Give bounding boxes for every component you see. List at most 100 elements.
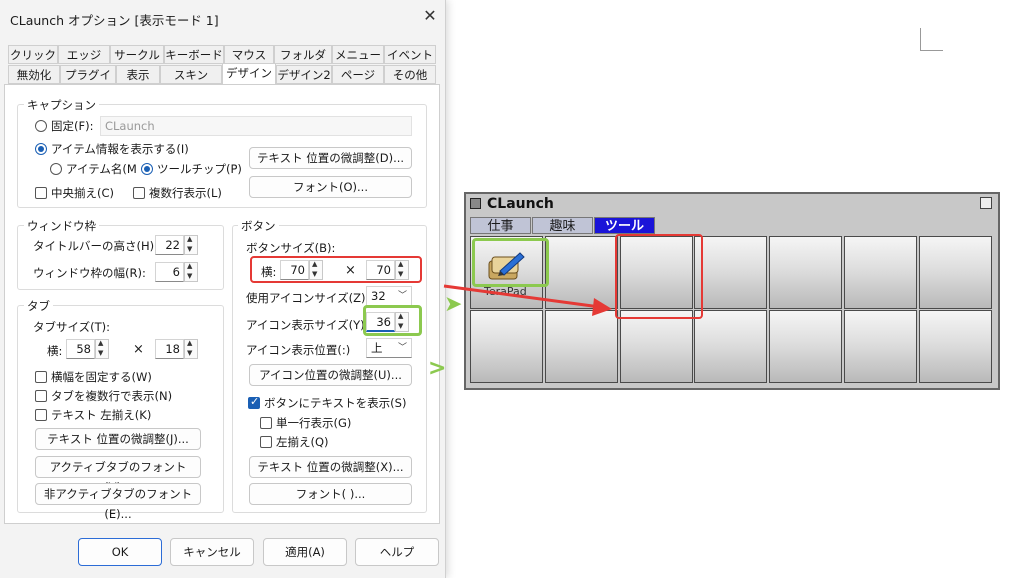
tab-keyboard[interactable]: キーボード [164,45,224,64]
frame-width-spinner[interactable] [184,262,198,282]
red-arrow-icon [443,284,612,316]
tooltip-radio[interactable] [141,163,153,175]
tab-skin[interactable]: スキン [160,65,222,84]
center-label: 中央揃え(C) [51,186,115,200]
dialog-title: CLaunch オプション [表示モード 1] [10,13,219,28]
show-text-label: ボタンにテキストを表示(S) [264,396,407,410]
tab-menu[interactable]: メニュー [332,45,384,64]
item-name-radio[interactable] [50,163,62,175]
launcher-button-empty[interactable] [919,310,992,383]
fixed-label: 固定(F): [51,119,94,133]
button-text-position-button[interactable]: テキスト 位置の微調整(X)... [249,456,412,478]
apply-button[interactable]: 適用(A) [263,538,347,566]
tab-left-align-label: テキスト 左揃え(K) [51,408,152,422]
button-left-align-checkbox[interactable] [260,436,272,448]
cancel-button[interactable]: キャンセル [170,538,254,566]
caption-group-title: キャプション [24,97,99,113]
icon-display-size-highlight [363,305,422,336]
tab-disable[interactable]: 無効化 [8,65,60,84]
icon-position-select[interactable]: 上 ﹀ [366,338,412,358]
icon-position-value: 上 [371,341,383,355]
tab-design2[interactable]: デザイン2 [276,65,332,84]
options-dialog: CLaunch オプション [表示モード 1] ✕ クリック エッジ サークル … [0,0,446,578]
multiline-label: 複数行表示(L) [149,186,222,200]
launcher-button-empty[interactable] [844,236,917,309]
button-group-title: ボタン [238,218,279,234]
tab-height-input[interactable]: 18 [155,339,184,359]
tab-other[interactable]: その他 [384,65,436,84]
button-font-button[interactable]: フォント( )... [249,483,412,505]
frame-width-input[interactable]: 6 [155,262,184,282]
item-name-label: アイテム名(M [66,162,137,176]
launcher-button-empty[interactable] [694,236,767,309]
tab-width-spinner[interactable] [95,339,109,359]
inactive-tab-font-button[interactable]: 非アクティブタブのフォント(E)... [35,483,201,521]
launcher-button-empty[interactable] [470,310,543,383]
launcher-button-empty[interactable] [769,310,842,383]
close-icon[interactable]: ✕ [418,4,442,28]
titlebar-height-label: タイトルバーの高さ(H): [33,239,158,253]
ok-button[interactable]: OK [78,538,162,566]
icon-position-adjust-button[interactable]: アイコン位置の微調整(U)... [249,364,412,386]
icon-size-label: 使用アイコンサイズ(Z): [246,291,370,305]
button-size-preview-highlight [615,234,703,319]
multiline-checkbox[interactable] [133,187,145,199]
tab-page[interactable]: ページ [332,65,384,84]
launcher-button-empty[interactable] [620,310,693,383]
tab-group-title: タブ [24,298,53,314]
launcher-button-empty[interactable] [694,310,767,383]
show-text-checkbox[interactable] [248,395,260,409]
tab-event[interactable]: イベント [384,45,436,64]
fixed-width-checkbox[interactable] [35,371,47,383]
show-info-radio[interactable] [35,143,47,155]
maximize-icon[interactable] [980,197,992,209]
active-tab-font-button[interactable]: アクティブタブのフォント(V)... [35,456,201,494]
green-arrow-icon: > [428,356,447,381]
window-menu-icon[interactable] [470,198,481,209]
green-arrow-icon: ➤ [444,292,463,317]
tab-multiline-checkbox[interactable] [35,390,47,402]
tab-times-sign: × [133,342,144,357]
titlebar-height-input[interactable]: 22 [155,235,184,255]
launcher-button-empty[interactable] [844,310,917,383]
tab-click[interactable]: クリック [8,45,58,64]
claunch-title: CLaunch [487,196,554,212]
caption-font-button[interactable]: フォント(O)... [249,176,412,198]
tab-plugin[interactable]: プラグイン [60,65,116,101]
icon-size-value: 32 [371,289,386,303]
tab-edge[interactable]: エッジ [58,45,110,64]
tab-height-spinner[interactable] [184,339,198,359]
tab-circle[interactable]: サークル [110,45,164,64]
tab-design1[interactable]: デザイン1 [222,63,276,99]
tab-folder[interactable]: フォルダー [274,45,332,81]
button-left-align-label: 左揃え(Q) [276,435,329,449]
button-size-highlight [250,256,422,283]
icon-size-select[interactable]: 32 ﹀ [366,286,412,306]
single-line-checkbox[interactable] [260,417,272,429]
launcher-button-empty[interactable] [919,236,992,309]
fixed-width-label: 横幅を固定する(W) [51,370,152,384]
center-checkbox[interactable] [35,187,47,199]
claunch-tab-tools[interactable]: ツール [594,217,655,234]
tab-text-position-button[interactable]: テキスト 位置の微調整(J)... [35,428,201,450]
tab-size-label: タブサイズ(T): [33,320,111,334]
titlebar-height-spinner[interactable] [184,235,198,255]
single-line-label: 単一行表示(G) [276,416,352,430]
fixed-caption-input[interactable]: CLaunch [100,116,412,136]
window-frame-group-title: ウィンドウ枠 [24,218,99,234]
launcher-button-empty[interactable] [545,310,618,383]
tab-left-align-checkbox[interactable] [35,409,47,421]
claunch-tab-work[interactable]: 仕事 [470,217,531,234]
fixed-radio[interactable] [35,120,47,132]
launcher-button-empty[interactable] [769,236,842,309]
help-button[interactable]: ヘルプ [355,538,439,566]
tab-mouse[interactable]: マウス [224,45,274,64]
chevron-down-icon: ﹀ [397,343,407,353]
caption-text-position-button[interactable]: テキスト 位置の微調整(D)... [249,147,412,169]
tab-display[interactable]: 表示 [116,65,160,84]
claunch-tab-hobby[interactable]: 趣味 [532,217,593,234]
icon-display-size-label: アイコン表示サイズ(Y): [246,318,369,332]
icon-position-label: アイコン表示位置(:) [246,343,351,357]
tab-width-label: 横: [47,344,63,358]
tab-width-input[interactable]: 58 [66,339,95,359]
